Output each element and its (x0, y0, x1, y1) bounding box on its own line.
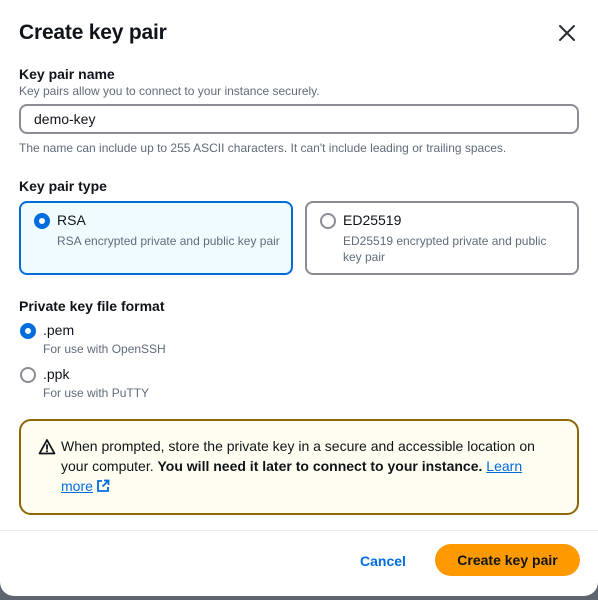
key-name-description: Key pairs allow you to connect to your i… (19, 84, 320, 98)
key-type-ed25519-radio[interactable] (320, 213, 336, 229)
file-format-ppk-title: .ppk (43, 366, 70, 382)
cancel-button[interactable]: Cancel (351, 545, 415, 577)
alert-bold-text: You will need it later to connect to you… (157, 458, 483, 474)
key-type-rsa-radio[interactable] (34, 213, 50, 229)
key-name-input[interactable]: demo-key (19, 104, 579, 134)
close-icon (559, 25, 575, 41)
key-name-value: demo-key (34, 111, 96, 127)
file-format-ppk-radio[interactable] (20, 367, 36, 383)
file-format-pem-radio[interactable] (20, 323, 36, 339)
key-type-rsa-tile[interactable]: RSA RSA encrypted private and public key… (19, 201, 293, 275)
warning-alert: When prompted, store the private key in … (19, 419, 579, 515)
key-type-rsa-title: RSA (57, 212, 86, 228)
footer-divider (0, 530, 598, 531)
key-type-section: Key pair type RSA RSA encrypted private … (19, 177, 579, 275)
create-key-pair-dialog: Create key pair Key pair name Key pairs … (0, 0, 598, 596)
file-format-label: Private key file format (19, 298, 165, 314)
key-type-label: Key pair type (19, 178, 107, 194)
key-name-label: Key pair name (19, 66, 115, 82)
key-type-ed25519-tile[interactable]: ED25519 ED25519 encrypted private and pu… (305, 201, 579, 275)
file-format-ppk-description: For use with PuTTY (43, 386, 150, 400)
file-format-ppk-option[interactable]: .ppk For use with PuTTY (19, 364, 579, 408)
warning-icon (38, 439, 56, 455)
file-format-pem-option[interactable]: .pem For use with OpenSSH (19, 320, 579, 364)
file-format-section: Private key file format .pem For use wit… (19, 297, 579, 408)
key-type-ed25519-title: ED25519 (343, 212, 402, 228)
key-type-ed25519-description: ED25519 encrypted private and public key… (343, 234, 547, 264)
key-name-section: Key pair name Key pairs allow you to con… (19, 65, 579, 156)
key-name-constraint: The name can include up to 255 ASCII cha… (19, 141, 507, 155)
file-format-pem-description: For use with OpenSSH (43, 342, 166, 356)
file-format-pem-title: .pem (43, 322, 75, 338)
external-link-icon (97, 479, 110, 492)
dialog-title: Create key pair (19, 21, 167, 44)
dialog-header: Create key pair (19, 20, 578, 50)
close-button[interactable] (556, 22, 578, 44)
create-key-pair-button[interactable]: Create key pair (435, 544, 580, 576)
key-type-tiles: RSA RSA encrypted private and public key… (19, 201, 579, 275)
key-type-rsa-description: RSA encrypted private and public key pai… (57, 234, 280, 248)
